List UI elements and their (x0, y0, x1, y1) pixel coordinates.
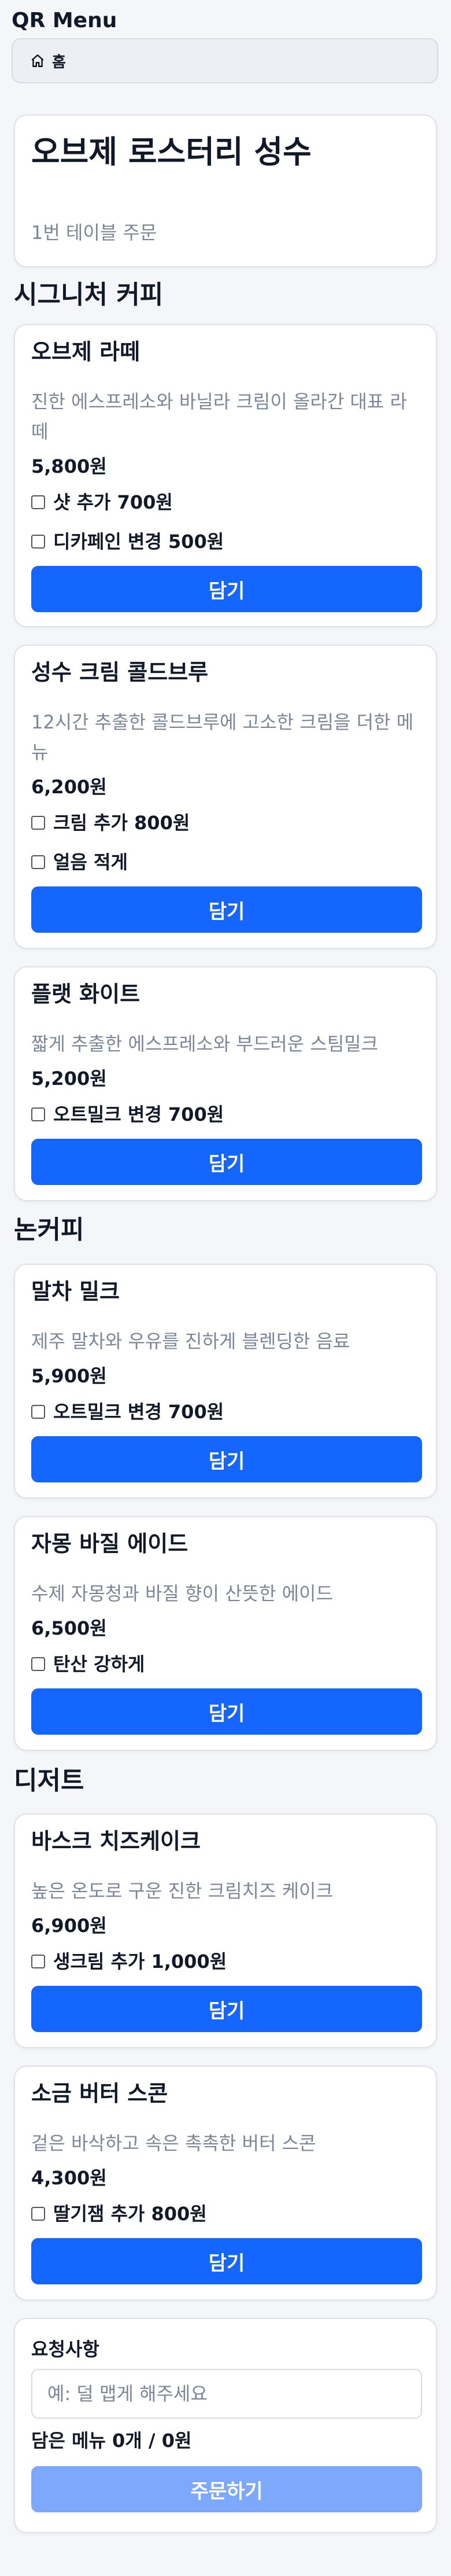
menu-item-card: 오브제 라떼 진한 에스프레소와 바닐라 크림이 올라간 대표 라떼 5,800… (14, 324, 437, 627)
item-price: 5,900원 (31, 1365, 107, 1387)
item-price: 6,900원 (31, 1915, 107, 1937)
menu-item-card: 소금 버터 스콘 겉은 바삭하고 속은 촉촉한 버터 스콘 4,300원 딸기잼… (14, 2066, 437, 2301)
section-title-signature: 시그니처 커피 (14, 280, 164, 310)
checkbox[interactable] (31, 495, 45, 509)
option-label: 생크림 추가 1,000원 (53, 1951, 227, 1973)
order-panel: 요청사항 담은 메뉴 0개 / 0원 주문하기 (14, 2318, 437, 2533)
option-strong-carbonation[interactable]: 탄산 강하게 (31, 1650, 145, 1678)
breadcrumb[interactable]: 홈 (12, 38, 438, 83)
item-name: 바스크 치즈케이크 (31, 1828, 201, 1854)
option-extra-cream[interactable]: 크림 추가 800원 (31, 809, 190, 837)
option-less-ice[interactable]: 얼음 적게 (31, 848, 128, 876)
option-strawberry-jam[interactable]: 딸기잼 추가 800원 (31, 2200, 207, 2228)
option-extra-shot[interactable]: 샷 추가 700원 (31, 488, 173, 516)
item-name: 플랫 화이트 (31, 981, 141, 1007)
request-label: 요청사항 (31, 2338, 99, 2360)
checkbox[interactable] (31, 1405, 45, 1419)
option-label: 얼음 적게 (53, 851, 128, 873)
cart-summary: 담은 메뉴 0개 / 0원 (31, 2430, 192, 2452)
item-description: 진한 에스프레소와 바닐라 크림이 올라간 대표 라떼 (31, 391, 407, 443)
item-name: 성수 크림 콜드브루 (31, 660, 209, 685)
item-description: 짧게 추출한 에스프레소와 부드러운 스팀밀크 (31, 1033, 379, 1055)
option-oat-milk[interactable]: 오트밀크 변경 700원 (31, 1101, 224, 1128)
submit-order-button[interactable]: 주문하기 (31, 2466, 422, 2512)
item-description: 제주 말차와 우유를 진하게 블렌딩한 음료 (31, 1330, 350, 1352)
option-label: 디카페인 변경 500원 (53, 531, 224, 553)
add-to-cart-button[interactable]: 담기 (31, 1436, 422, 1482)
add-to-cart-button[interactable]: 담기 (31, 1139, 422, 1185)
table-info: 1번 테이블 주문 (31, 222, 157, 244)
item-price: 5,200원 (31, 1068, 107, 1090)
app-title: QR Menu (12, 9, 117, 32)
store-header-card: 오브제 로스터리 성수 1번 테이블 주문 (14, 115, 437, 267)
item-price: 5,800원 (31, 455, 107, 477)
option-label: 오트밀크 변경 700원 (53, 1401, 224, 1423)
option-label: 탄산 강하게 (53, 1653, 145, 1675)
add-to-cart-button[interactable]: 담기 (31, 1688, 422, 1735)
item-name: 오브제 라떼 (31, 339, 141, 365)
item-name: 자몽 바질 에이드 (31, 1531, 188, 1556)
add-to-cart-button[interactable]: 담기 (31, 566, 422, 612)
item-description: 수제 자몽청과 바질 향이 산뜻한 에이드 (31, 1583, 333, 1605)
section-title-dessert: 디저트 (14, 1766, 84, 1795)
item-price: 6,200원 (31, 776, 107, 798)
checkbox[interactable] (31, 2207, 45, 2221)
request-input[interactable] (31, 2369, 422, 2419)
option-label: 오트밀크 변경 700원 (53, 1103, 224, 1125)
menu-item-card: 플랫 화이트 짧게 추출한 에스프레소와 부드러운 스팀밀크 5,200원 오트… (14, 966, 437, 1201)
checkbox[interactable] (31, 535, 45, 549)
section-title-non-coffee: 논커피 (14, 1215, 84, 1245)
add-to-cart-button[interactable]: 담기 (31, 886, 422, 933)
home-icon (31, 54, 44, 67)
item-description: 겉은 바삭하고 속은 촉촉한 버터 스콘 (31, 2132, 316, 2154)
checkbox[interactable] (31, 1955, 45, 1968)
menu-item-card: 바스크 치즈케이크 높은 온도로 구운 진한 크림치즈 케이크 6,900원 생… (14, 1813, 437, 2048)
item-name: 소금 버터 스콘 (31, 2081, 168, 2106)
item-description: 12시간 추출한 콜드브루에 고소한 크림을 더한 메뉴 (31, 711, 414, 763)
add-to-cart-button[interactable]: 담기 (31, 1986, 422, 2032)
menu-item-card: 자몽 바질 에이드 수제 자몽청과 바질 향이 산뜻한 에이드 6,500원 탄… (14, 1516, 437, 1751)
option-whipped-cream[interactable]: 생크림 추가 1,000원 (31, 1948, 227, 1975)
menu-item-card: 말차 밀크 제주 말차와 우유를 진하게 블렌딩한 음료 5,900원 오트밀크… (14, 1264, 437, 1499)
option-decaf[interactable]: 디카페인 변경 500원 (31, 528, 224, 555)
option-label: 크림 추가 800원 (53, 812, 190, 834)
item-name: 말차 밀크 (31, 1279, 120, 1304)
item-description: 높은 온도로 구운 진한 크림치즈 케이크 (31, 1880, 333, 1902)
add-to-cart-button[interactable]: 담기 (31, 2238, 422, 2284)
option-label: 딸기잼 추가 800원 (53, 2203, 207, 2225)
item-price: 4,300원 (31, 2167, 107, 2189)
menu-item-card: 성수 크림 콜드브루 12시간 추출한 콜드브루에 고소한 크림을 더한 메뉴 … (14, 645, 437, 949)
checkbox[interactable] (31, 855, 45, 869)
breadcrumb-home-label: 홈 (52, 53, 66, 71)
checkbox[interactable] (31, 1657, 45, 1671)
option-label: 샷 추가 700원 (53, 491, 173, 513)
checkbox[interactable] (31, 1107, 45, 1121)
store-name: 오브제 로스터리 성수 (31, 134, 312, 170)
checkbox[interactable] (31, 816, 45, 830)
item-price: 6,500원 (31, 1617, 107, 1639)
option-oat-milk[interactable]: 오트밀크 변경 700원 (31, 1398, 224, 1426)
